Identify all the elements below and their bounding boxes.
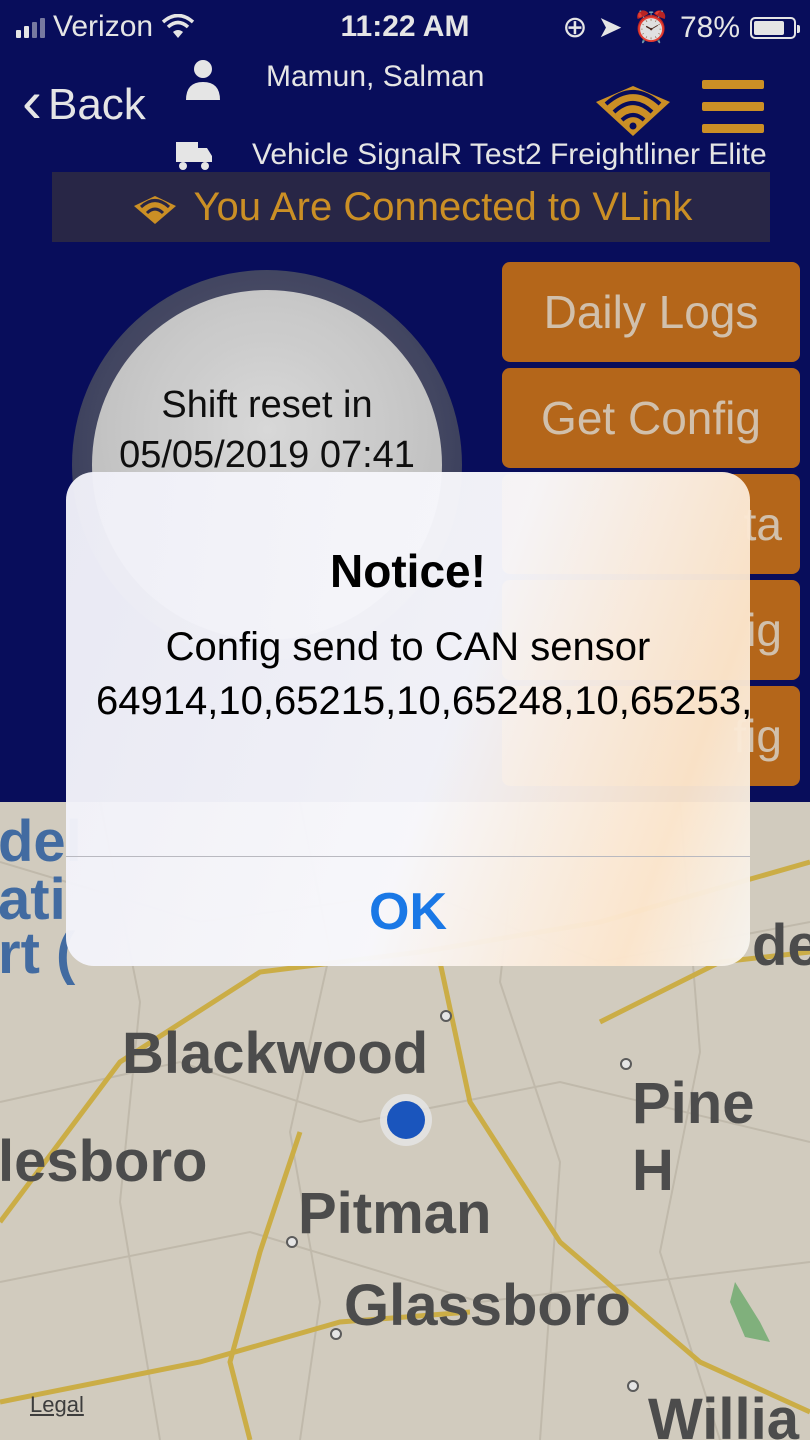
alert-divider	[66, 856, 750, 857]
alert-message: Config send to CAN sensor 64914,10,65215…	[96, 625, 750, 723]
ok-button[interactable]: OK	[66, 858, 750, 966]
alert-title: Notice!	[330, 545, 486, 597]
notice-alert-dialog: Notice! Config send to CAN sensor 64914,…	[66, 472, 750, 966]
